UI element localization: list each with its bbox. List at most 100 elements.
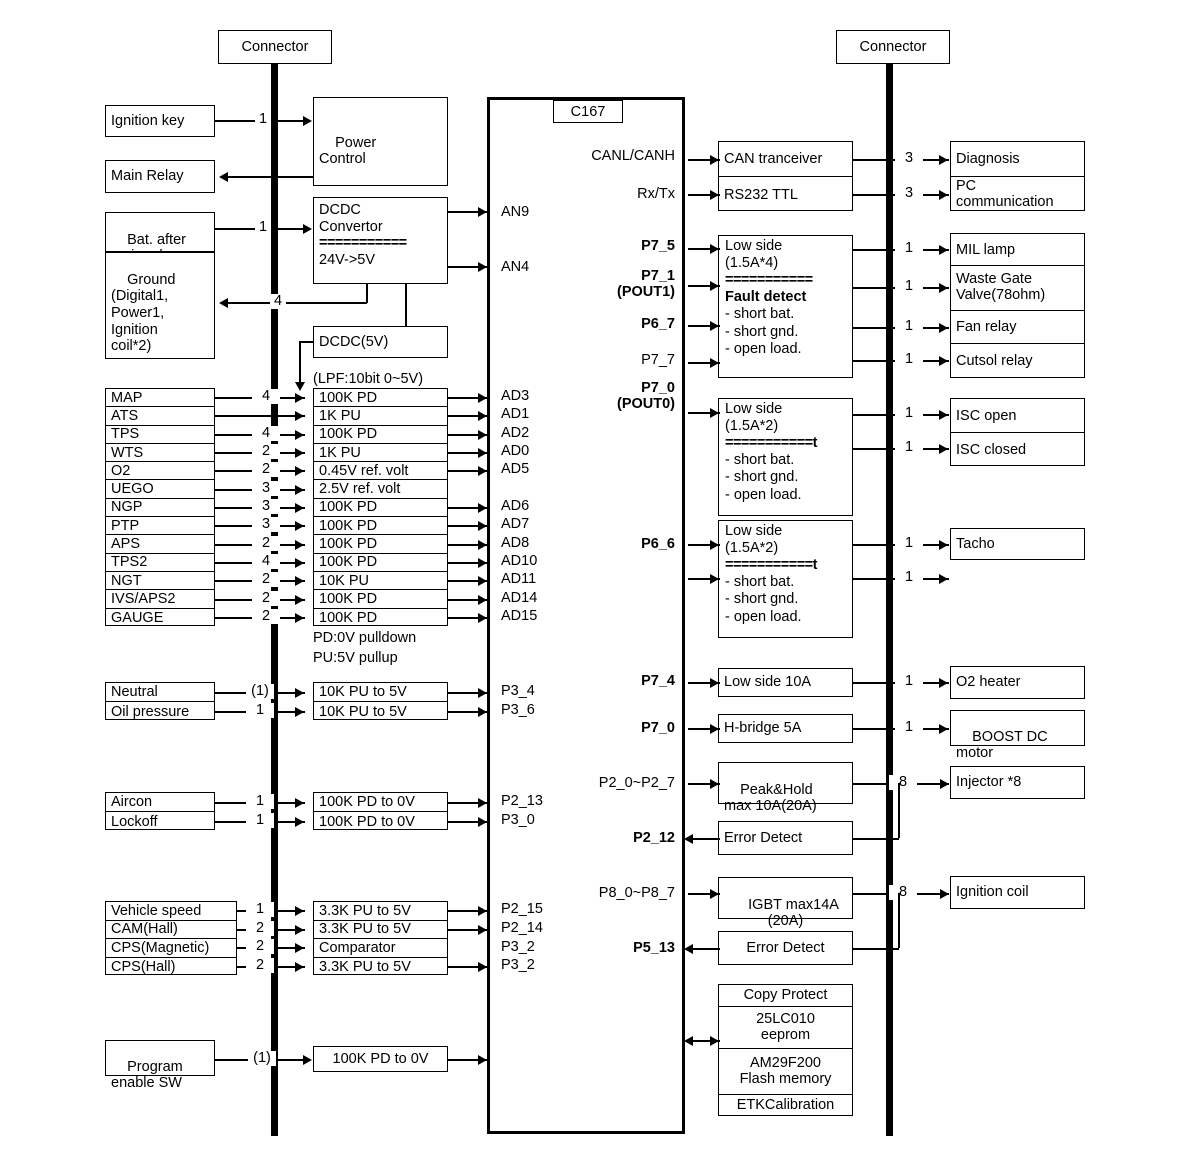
inj-out-count: 8: [889, 775, 917, 790]
comm-out-wire-1-arrow: [939, 190, 948, 200]
port-p7-0-pout0: P7_0 (POUT0): [617, 380, 675, 413]
digital_a-in-wire-0-arrow: [295, 688, 304, 698]
fan-relay-box: Fan relay: [951, 311, 1084, 344]
ls4-out-wire-2-arrow: [939, 323, 948, 333]
analog-sensor-label: MAP: [111, 389, 143, 406]
memory-row-label: Copy Protect: [743, 986, 828, 1003]
o2-heater-box: O2 heater: [950, 666, 1085, 699]
digital_c-in-wire-3-count: 2: [246, 958, 274, 973]
digital_c-port-3: P3_2: [501, 957, 535, 973]
digital_c-cond-label: 3.3K PU to 5V: [319, 958, 411, 975]
lowside2b-title2: (1.5A*2): [725, 540, 779, 557]
ls2b-in-wire-0-arrow: [710, 540, 719, 550]
ground-box: Ground (Digital1, Power1, Ignition coil*…: [105, 252, 215, 359]
analog-in-wire-2-arrow: [295, 430, 304, 440]
lowside2a-fault1: - short bat.: [725, 452, 795, 469]
block-diagram-canvas: Connector Connector C167 Ignition key Ma…: [0, 0, 1188, 1168]
lowside4-separator: ===========: [725, 272, 813, 289]
ls4-out-wire-0-count: 1: [895, 241, 923, 256]
analog-in-wire-11-count: 2: [252, 591, 280, 606]
analog-cond-4: 0.45V ref. volt: [314, 462, 447, 481]
analog-sensor-label: IVS/APS2: [111, 590, 176, 607]
ignition-key-label: Ignition key: [111, 112, 185, 129]
digital_b-in-wire-0-count: 1: [246, 794, 274, 809]
analog-cond-label: 100K PD: [319, 554, 378, 571]
inj-tie-h: [853, 838, 899, 840]
dcdc-convertor-line1: DCDC: [319, 202, 361, 218]
digital_b-in-wire-1-arrow: [295, 817, 304, 827]
igbt-box: IGBT max14A (20A): [718, 877, 853, 929]
cutsol-relay-label: Cutsol relay: [956, 352, 1033, 369]
diagnosis-label: Diagnosis: [956, 151, 1020, 167]
memory-row-3: ETKCalibration: [719, 1095, 852, 1117]
lowside4-fault-title: Fault detect: [725, 289, 807, 306]
digital_c-in-wire-2-arrow: [295, 943, 304, 953]
digital_c-port-0: P2_15: [501, 901, 543, 917]
digital_c-sensor-2: CPS(Magnetic): [106, 939, 236, 958]
analog-in-wire-4-count: 2: [252, 462, 280, 477]
digital_c-sensor-label: CPS(Hall): [111, 958, 176, 975]
memory-row-2: AM29F200 Flash memory: [719, 1049, 852, 1095]
analog-out-wire-7-arrow: [478, 521, 487, 531]
analog-sensor-6: NGP: [106, 499, 214, 518]
lowside4-fault3: - open load.: [725, 340, 802, 357]
analog-sensor-label: WTS: [111, 444, 144, 461]
ignition-coil-box: Ignition coil: [950, 876, 1085, 909]
analog-sensor-2: TPS: [106, 426, 214, 444]
h-bridge-label: H-bridge 5A: [724, 720, 802, 737]
digital_c-cond-label: Comparator: [319, 939, 396, 956]
analog-in-wire-9-count: 4: [252, 554, 280, 569]
arrow-main-relay: [219, 172, 228, 182]
ignition-key-box: Ignition key: [105, 105, 215, 137]
analog-out-wire-2-arrow: [478, 430, 487, 440]
ls4-out-wire-3-arrow: [939, 356, 948, 366]
digital_c-sensor-label: CAM(Hall): [111, 921, 178, 938]
memory-row-label: AM29F200 Flash memory: [739, 1054, 832, 1087]
analog-in-wire-0-count: 4: [252, 389, 280, 404]
lowside4-fault2: - short gnd.: [725, 323, 799, 340]
ls2a-out-wire-0-count: 1: [895, 406, 923, 421]
ls2b-in-wire-1-arrow: [710, 574, 719, 584]
analog-sensor-label: O2: [111, 462, 131, 479]
digital_c-in-wire-1-count: 2: [246, 921, 274, 936]
digital_c-in-wire-1-arrow: [295, 925, 304, 935]
digital_c-port-3: P3_2: [501, 939, 535, 955]
waste-gate-valve-box: Waste Gate Valve(78ohm): [951, 266, 1084, 311]
digital_a-in-wire-1-count: 1: [246, 703, 274, 718]
ign-tie-h: [853, 948, 899, 950]
arrow-5v-down: [295, 382, 305, 391]
digital_c-sensor-0: Vehicle speed: [106, 902, 236, 921]
analog-cond-label: 0.45V ref. volt: [319, 462, 409, 479]
analog-sensor-label: PTP: [111, 517, 140, 534]
h-bridge-box: H-bridge 5A: [718, 714, 853, 743]
port-canl-canh: CANL/CANH: [591, 148, 675, 164]
digital_c-cond-3: 3.3K PU to 5V: [314, 958, 447, 977]
memory-group: Copy Protect 25LC010 eeprom AM29F200 Flash…: [718, 984, 853, 1116]
digital_c-port-1: P2_14: [501, 920, 543, 936]
ls2a-in-wire-0-arrow: [710, 408, 719, 418]
ls2b-out-wire-0-count: 1: [895, 536, 923, 551]
memory-row-0: Copy Protect: [719, 985, 852, 1007]
memory-row-1: 25LC010 eeprom: [719, 1007, 852, 1049]
analog-in-wire-3-arrow: [295, 448, 304, 458]
digital_c-out-wire-3-arrow: [478, 962, 487, 972]
ls4-in-wire-0-arrow: [710, 244, 719, 254]
port-p5-13: P5_13: [633, 940, 675, 956]
analog-cond-label: 100K PD: [319, 536, 378, 553]
arrow-ground: [219, 298, 228, 308]
digital_a-cond-1: 10K PU to 5V: [314, 702, 447, 721]
tacho-box: Tacho: [950, 528, 1085, 560]
digital_c-cond-label: 3.3K PU to 5V: [319, 921, 411, 938]
analog-in-wire-10-count: 2: [252, 572, 280, 587]
port-rx-tx: Rx/Tx: [637, 186, 675, 202]
count-program-sw: (1): [248, 1051, 276, 1066]
analog-port-0: AD3: [501, 388, 530, 404]
digital_c-sensor-3: CPS(Hall): [106, 958, 236, 977]
inj-out-arrow: [940, 779, 949, 789]
memory-row-label: ETKCalibration: [736, 1097, 835, 1114]
ign-out-count: 8: [889, 885, 917, 900]
ls4-out-wire-3-count: 1: [895, 352, 923, 367]
analog-port-6: AD6: [501, 498, 530, 514]
analog-sensor-label: TPS2: [111, 554, 148, 571]
analog-in-wire-4-arrow: [295, 466, 304, 476]
